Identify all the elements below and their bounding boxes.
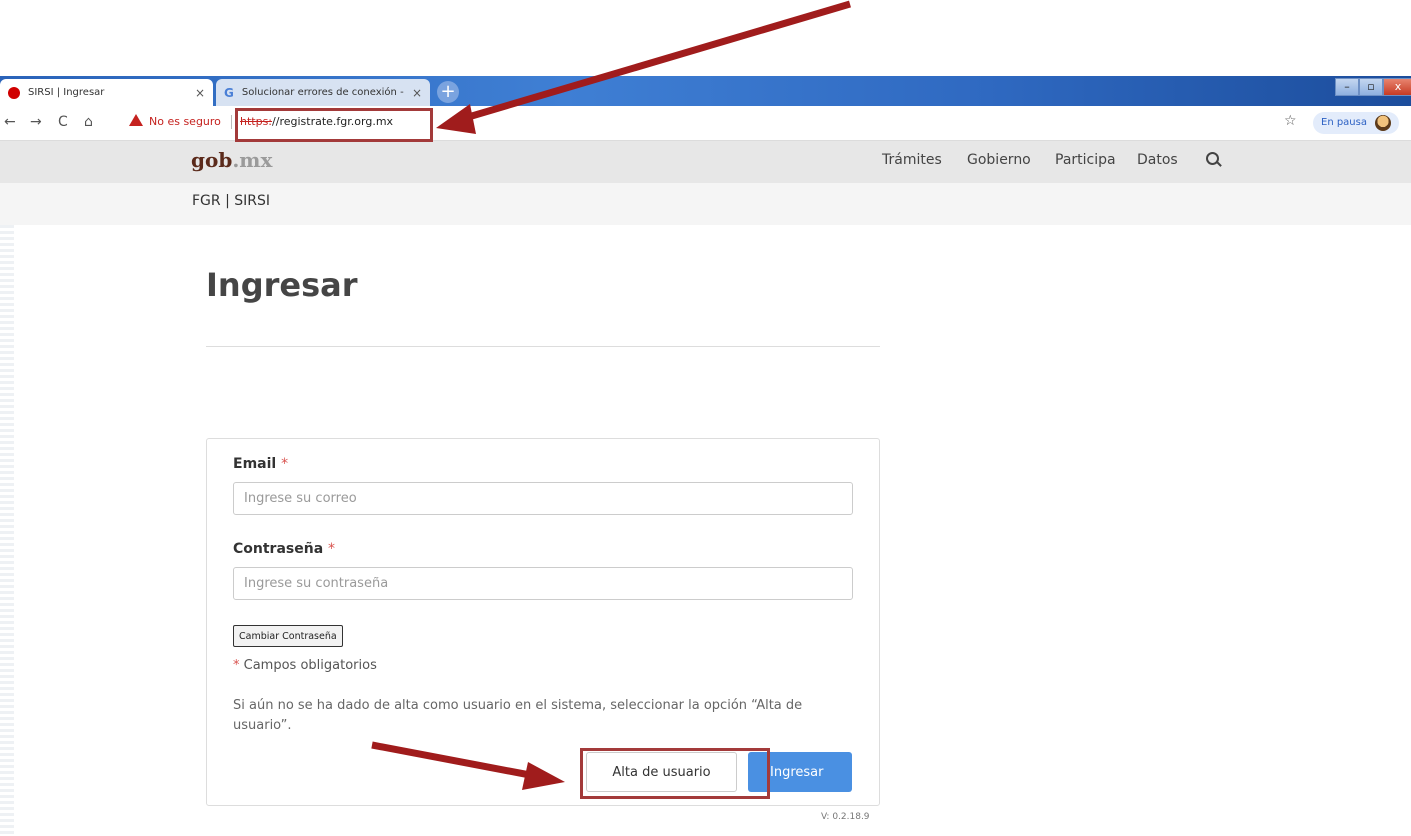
annotation-arrow-url <box>464 0 851 122</box>
arrow-head-icon <box>436 104 476 134</box>
annotation-arrow-signup <box>371 741 531 779</box>
annotation-arrows <box>371 0 851 790</box>
arrow-head-icon <box>522 762 565 790</box>
